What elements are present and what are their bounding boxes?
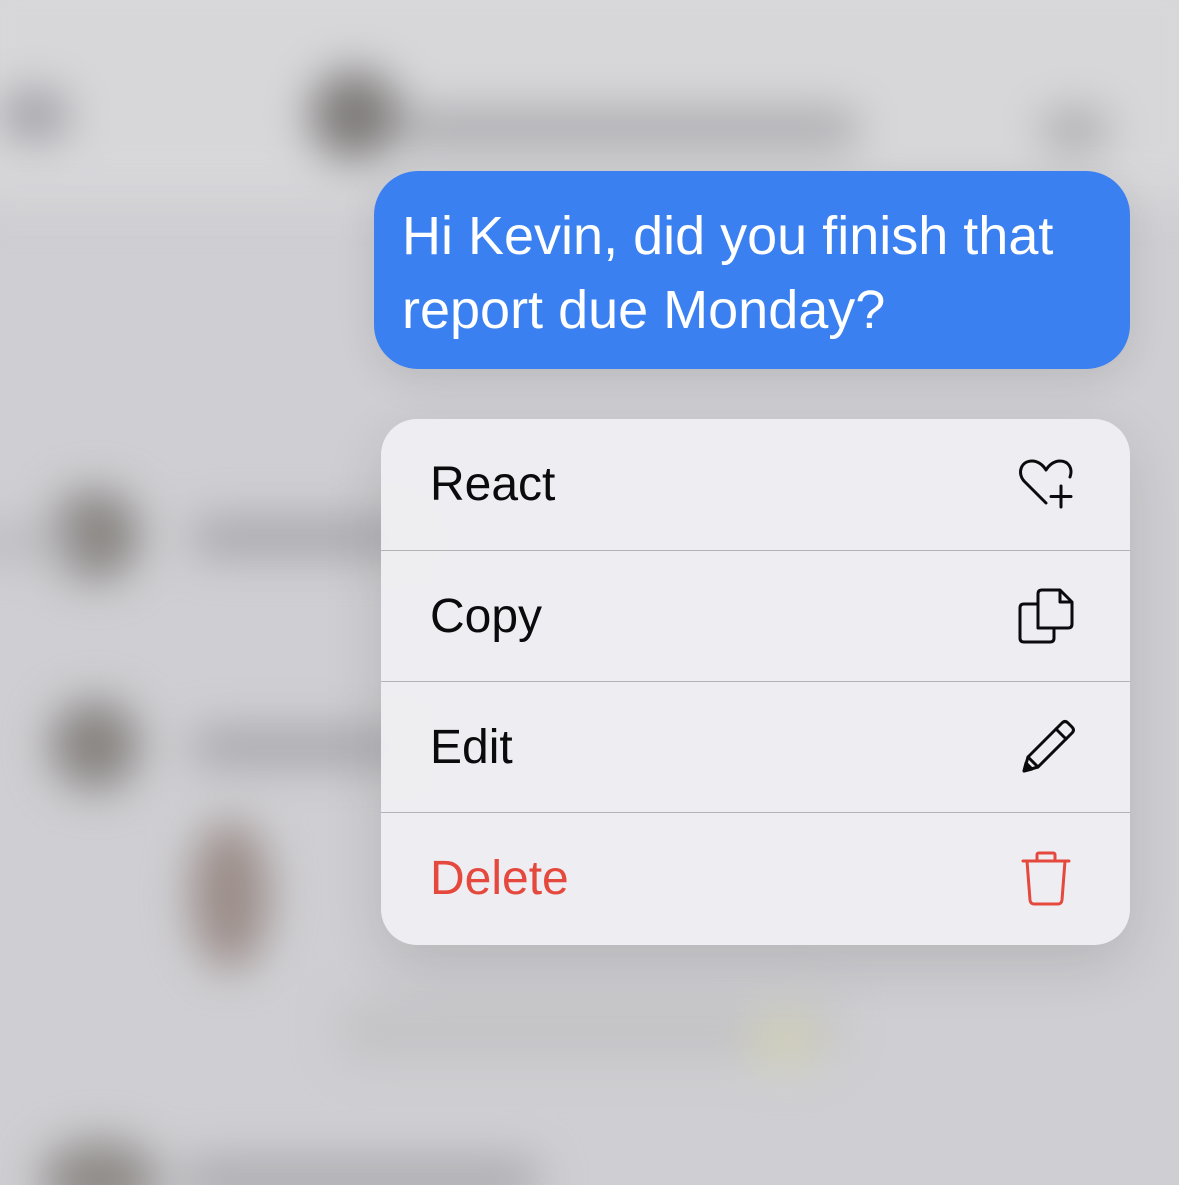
menu-item-edit[interactable]: Edit — [381, 681, 1130, 812]
message-context-menu: React Copy Edit Delete — [381, 419, 1130, 945]
menu-item-label: Edit — [430, 720, 513, 774]
message-text: Hi Kevin, did you finish that report due… — [402, 206, 1054, 340]
menu-item-label: Delete — [430, 851, 569, 905]
pencil-icon — [1016, 717, 1076, 777]
heart-plus-icon — [1016, 455, 1076, 515]
messages-screen: Hi Kevin, did you finish that report due… — [0, 0, 1179, 1185]
message-bubble: Hi Kevin, did you finish that report due… — [374, 171, 1130, 369]
menu-item-react[interactable]: React — [381, 419, 1130, 550]
menu-item-label: React — [430, 458, 556, 511]
copy-icon — [1016, 586, 1076, 646]
trash-icon — [1016, 848, 1076, 908]
menu-item-label: Copy — [430, 589, 543, 643]
menu-item-delete[interactable]: Delete — [381, 812, 1130, 943]
menu-item-copy[interactable]: Copy — [381, 550, 1130, 681]
